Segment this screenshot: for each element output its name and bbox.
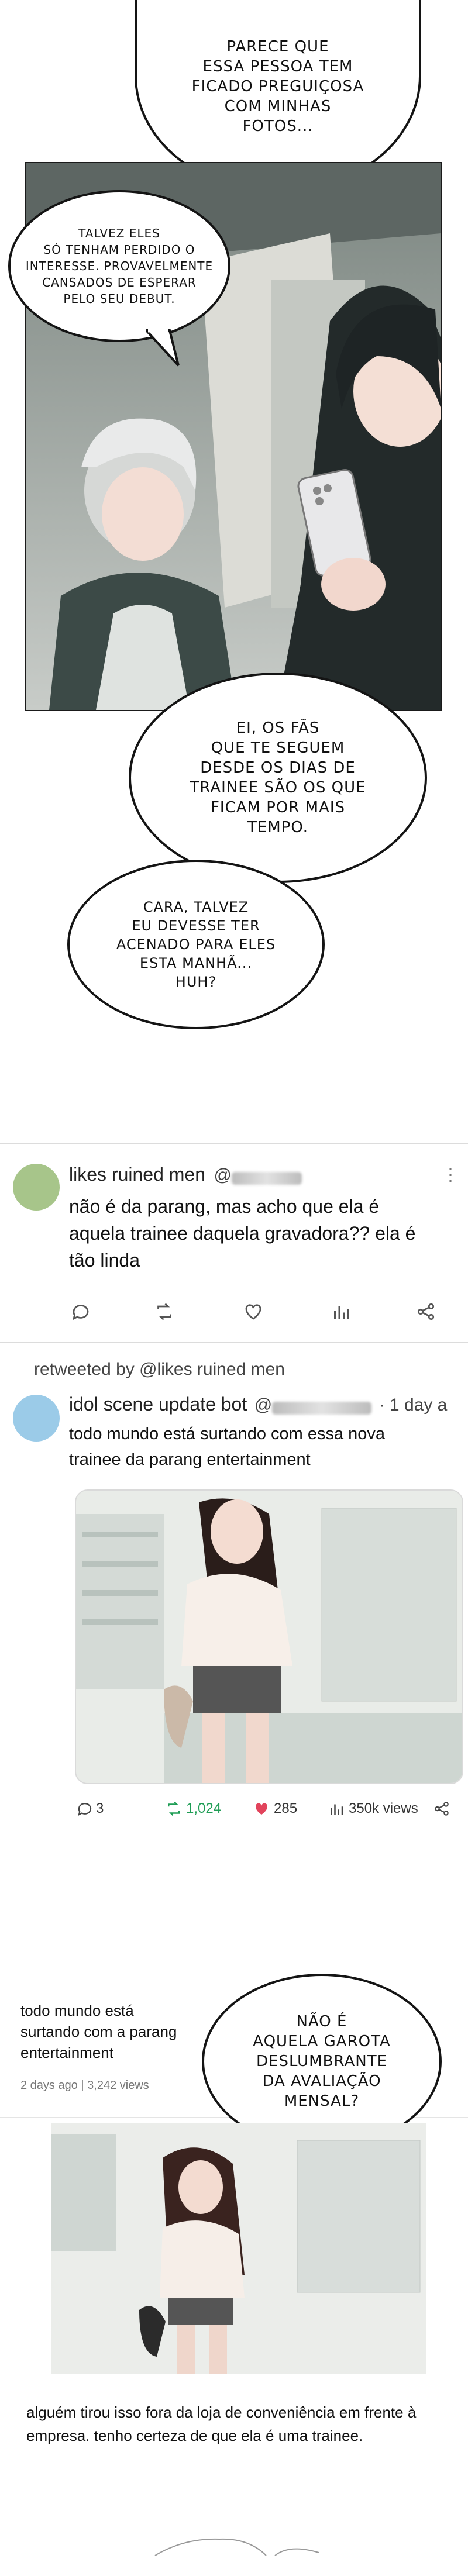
retweet-count: 1,024 [186,1801,222,1816]
retweet-icon[interactable] [153,1301,176,1322]
like-icon [255,1803,268,1815]
bubble-text: EI, OS FÃS QUE TE SEGUEM DESDE OS DIAS D… [190,719,366,836]
post-text: não é da parang, mas acho que ela é aque… [69,1196,416,1271]
username[interactable]: idol scene update bot [69,1394,247,1415]
more-vertical-icon[interactable]: ⋮ [442,1165,459,1185]
forum-post-image[interactable] [51,2123,426,2374]
panel-edge [154,2538,319,2556]
divider [0,1342,468,1343]
views-action[interactable]: 350k views [328,1800,418,1818]
forum-post-title[interactable]: todo mundo está surtando com a parang en… [20,2000,196,2063]
handle[interactable]: @ [254,1395,272,1415]
retweet-action[interactable]: 1,024 [164,1800,221,1818]
bubble-tail [146,328,180,367]
username[interactable]: likes ruined men [69,1164,205,1185]
post-header: idol scene update bot @ · 1 day a [69,1394,468,1415]
forum-post-meta: 2 days ago | 3,242 views [20,2079,149,2092]
share-icon[interactable] [433,1800,450,1818]
speech-bubble-low: CARA, TALVEZ EU DEVESSE TER ACENADO PARA… [67,860,325,1029]
views-count: 350k views [349,1801,418,1816]
like-icon[interactable] [243,1301,264,1322]
image-illustration [51,2123,426,2374]
blurred-handle [231,1171,302,1185]
like-action[interactable]: 285 [253,1800,297,1818]
post-image[interactable] [75,1489,463,1784]
bubble-text: CARA, TALVEZ EU DEVESSE TER ACENADO PARA… [116,899,276,990]
reply-count: 3 [96,1801,104,1816]
share-icon[interactable] [415,1301,436,1322]
image-illustration [76,1491,462,1783]
divider [0,1143,468,1144]
post-header: likes ruined men @ [69,1164,432,1185]
handle[interactable]: @ [214,1165,231,1185]
like-count: 285 [274,1801,298,1816]
blurred-handle [272,1401,372,1415]
views-icon [331,1804,343,1815]
retweeted-by-label[interactable]: retweeted by @likes ruined men [34,1360,285,1380]
post-time: · 1 day a [378,1395,448,1415]
retweet-icon [168,1801,180,1816]
bubble-text: PARECE QUE ESSA PESSOA TEM FICADO PREGUI… [191,38,364,135]
avatar[interactable] [13,1164,60,1211]
bubble-text: NÃO É AQUELA GAROTA DESLUMBRANTE DA AVAL… [253,2013,391,2110]
views-icon[interactable] [331,1301,352,1322]
speech-bubble-mid: EI, OS FÃS QUE TE SEGUEM DESDE OS DIAS D… [129,673,427,883]
post2-actions: 3 1,024 285 350k views [0,1795,468,1825]
post-text: todo mundo está surtando com essa nova t… [69,1425,386,1469]
reply-icon [78,1803,92,1816]
speech-bubble-left: TALVEZ ELES SÓ TENHAM PERDIDO O INTERESS… [8,190,230,342]
avatar[interactable] [13,1395,60,1442]
forum-post-caption: alguém tirou isso fora da loja de conven… [26,2403,417,2444]
reply-action[interactable]: 3 [76,1800,104,1818]
bubble-text: TALVEZ ELES SÓ TENHAM PERDIDO O INTERESS… [25,226,214,306]
reply-icon[interactable] [70,1301,91,1322]
post-actions [0,1298,468,1327]
